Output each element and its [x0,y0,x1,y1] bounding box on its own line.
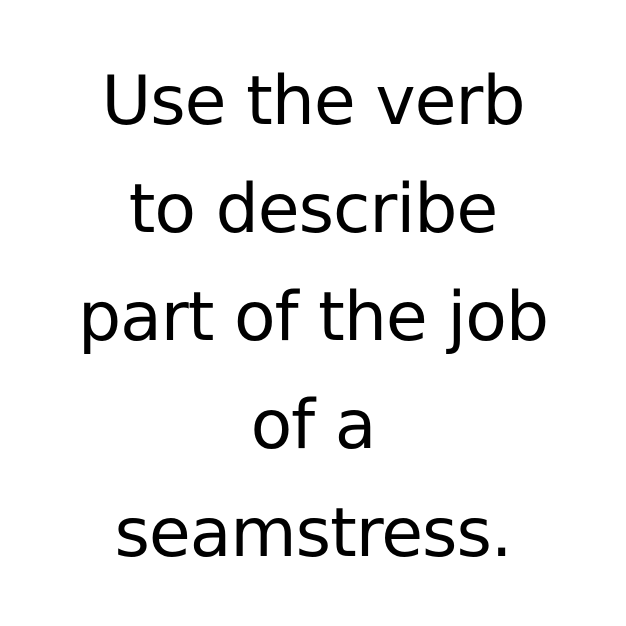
prompt-line-2: to describe [128,170,499,249]
prompt-line-5: seamstress. [114,494,512,573]
prompt-line-1: Use the verb [101,62,525,141]
prompt-text: Use the verb to describe part of the job… [0,48,626,588]
prompt-line-4: of a [250,386,377,465]
prompt-line-3: part of the job [77,278,549,357]
prompt-card: Use the verb to describe part of the job… [0,0,626,626]
